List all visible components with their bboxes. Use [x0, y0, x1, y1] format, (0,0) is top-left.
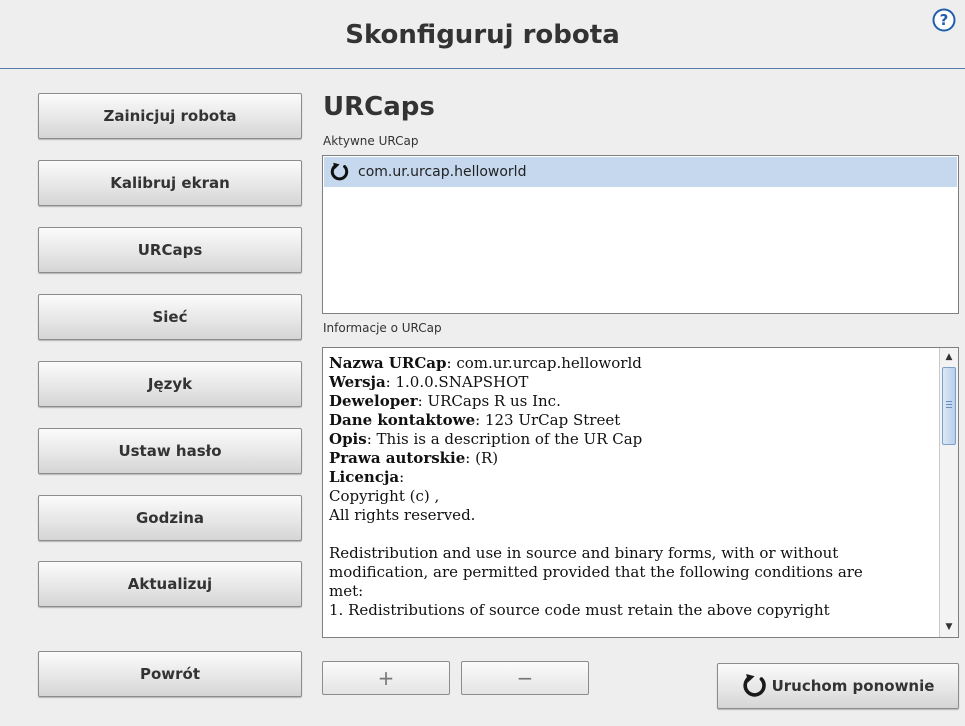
license-line: modification, are permitted provided tha…: [329, 563, 863, 581]
page-title: Skonfiguruj robota: [345, 20, 620, 50]
remove-urcap-button[interactable]: −: [461, 661, 589, 695]
urcap-name: com.ur.urcap.helloworld: [358, 164, 527, 180]
info-contact-value: 123 UrCap Street: [484, 411, 621, 429]
info-name-key: Nazwa URCap: [329, 354, 447, 372]
urcap-info-textarea[interactable]: Nazwa URCap: com.ur.urcap.helloworld Wer…: [322, 347, 959, 638]
back-button[interactable]: Powrót: [38, 651, 302, 697]
info-name-value: com.ur.urcap.helloworld: [456, 354, 642, 372]
license-line: Copyright (c) ,: [329, 487, 440, 505]
nav-update-button[interactable]: Aktualizuj: [38, 561, 302, 607]
nav-set-password-button[interactable]: Ustaw hasło: [38, 428, 302, 474]
list-item[interactable]: com.ur.urcap.helloworld: [324, 157, 957, 187]
plus-icon: +: [377, 666, 395, 690]
nav-time-button[interactable]: Godzina: [38, 495, 302, 541]
info-contact-key: Dane kontaktowe: [329, 411, 476, 429]
scroll-down-arrow-icon[interactable]: ▼: [941, 619, 957, 635]
info-description-value: This is a description of the UR Cap: [376, 430, 643, 448]
license-line: All rights reserved.: [329, 506, 476, 524]
restart-pending-icon: [330, 162, 349, 181]
add-urcap-button[interactable]: +: [322, 661, 450, 695]
section-heading: URCaps: [323, 92, 435, 122]
restart-label: Uruchom ponownie: [771, 677, 935, 695]
info-copyright-value: (R): [475, 449, 499, 467]
nav-initialize-robot-button[interactable]: Zainicjuj robota: [38, 93, 302, 139]
license-line: [329, 525, 935, 544]
nav-language-button[interactable]: Język: [38, 361, 302, 407]
info-developer-value: URCaps R us Inc.: [427, 392, 561, 410]
urcap-info-content: Nazwa URCap: com.ur.urcap.helloworld Wer…: [329, 354, 935, 620]
info-version-key: Wersja: [329, 373, 386, 391]
grip-icon: [946, 401, 952, 410]
nav-calibrate-screen-button[interactable]: Kalibruj ekran: [38, 160, 302, 206]
minus-icon: −: [516, 666, 534, 690]
license-line: 1. Redistributions of source code must r…: [329, 601, 830, 619]
info-version-value: 1.0.0.SNAPSHOT: [395, 373, 529, 391]
nav-urcaps-button[interactable]: URCaps: [38, 227, 302, 273]
restart-button[interactable]: Uruchom ponownie: [717, 663, 959, 709]
info-developer-key: Deweloper: [329, 392, 418, 410]
scroll-thumb[interactable]: [942, 367, 956, 445]
help-icon[interactable]: ?: [932, 8, 956, 32]
info-license-key: Licencja: [329, 468, 400, 486]
license-line: Redistribution and use in source and bin…: [329, 544, 839, 562]
urcap-info-label: Informacje o URCap: [323, 321, 442, 335]
header-bar: Skonfiguruj robota ?: [0, 0, 965, 69]
info-scrollbar[interactable]: ▲ ▼: [939, 348, 958, 637]
nav-network-button[interactable]: Sieć: [38, 294, 302, 340]
scroll-up-arrow-icon[interactable]: ▲: [941, 349, 957, 365]
info-copyright-key: Prawa autorskie: [329, 449, 466, 467]
active-urcaps-label: Aktywne URCap: [323, 134, 419, 148]
active-urcaps-list[interactable]: com.ur.urcap.helloworld: [322, 155, 959, 314]
restart-icon: [742, 674, 766, 697]
info-description-key: Opis: [329, 430, 367, 448]
license-line: met:: [329, 582, 364, 600]
svg-text:?: ?: [940, 11, 949, 29]
